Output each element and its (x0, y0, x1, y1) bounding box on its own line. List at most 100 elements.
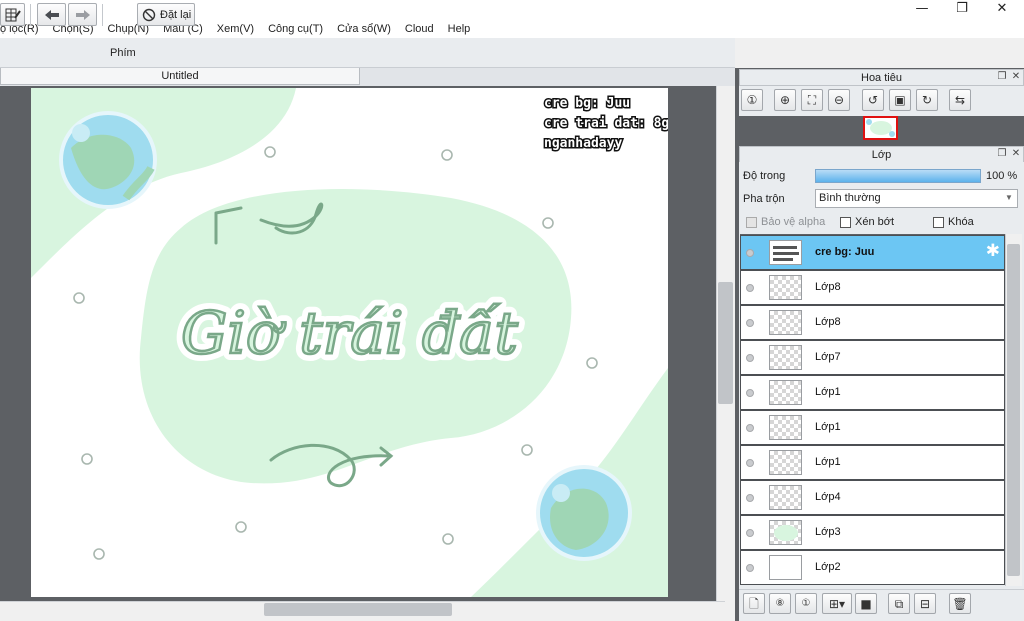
minimize-button[interactable]: — (902, 0, 942, 20)
layer-name: Lớp1 (815, 421, 841, 433)
new-page-icon: 🗋 (749, 596, 759, 611)
new-1bit-layer-button[interactable]: ① (795, 593, 817, 614)
zoom-out-icon: ⊖ (833, 93, 845, 107)
zoom-in-icon: ⊕ (779, 93, 791, 107)
layer-name: Lớp4 (815, 491, 841, 503)
clip-checkbox[interactable] (840, 217, 851, 228)
layer-list-scroll-thumb[interactable] (1007, 244, 1020, 576)
earth-globe-top (59, 111, 157, 209)
grid-edit-icon (5, 8, 21, 21)
layer-row[interactable]: Lớp1 (740, 445, 1005, 480)
zoom-one-icon: ① (746, 93, 758, 107)
trash-icon: 🗑 (952, 596, 968, 611)
layer-thumbnail (769, 485, 802, 510)
layer-name: Lớp1 (815, 386, 841, 398)
canvas-vertical-scroll-thumb[interactable] (718, 282, 733, 404)
panel-close-icon[interactable]: ✕ (1011, 72, 1021, 82)
navigator-header: Hoa tiêu (739, 69, 1024, 86)
page-1-icon: ① (801, 597, 811, 609)
visibility-eye-icon[interactable] (746, 249, 754, 257)
menu-cloud[interactable]: Cloud (398, 20, 441, 38)
blend-mode-select[interactable]: Bình thường (815, 189, 1018, 208)
panel-float-icon[interactable]: ❐ (997, 149, 1007, 159)
menu-help[interactable]: Help (441, 20, 478, 38)
canvas-menu-button[interactable] (0, 3, 25, 26)
visibility-eye-icon[interactable] (746, 284, 754, 292)
layer-thumbnail (769, 520, 802, 545)
visibility-eye-icon[interactable] (746, 529, 754, 537)
panel-float-icon[interactable]: ❐ (997, 72, 1007, 82)
merge-icon: ⊟ (919, 596, 931, 611)
layer-row[interactable]: Lớp7 (740, 340, 1005, 375)
visibility-eye-icon[interactable] (746, 319, 754, 327)
toolbar-divider (102, 4, 103, 26)
protect-alpha-label: Bảo vệ alpha (761, 216, 826, 228)
layer-thumbnail (769, 555, 802, 580)
layer-name: Lớp3 (815, 526, 841, 538)
add-page-icon: ⊞▾ (828, 596, 846, 611)
duplicate-layer-button[interactable]: ⧉ (888, 593, 910, 614)
flip-button[interactable]: ⇆ (949, 89, 971, 111)
zoom-actual-button[interactable]: ① (741, 89, 763, 111)
new-8bit-layer-button[interactable]: ⑧ (769, 593, 791, 614)
visibility-eye-icon[interactable] (746, 459, 754, 467)
new-layer-button[interactable]: 🗋 (743, 593, 765, 614)
panel-close-icon[interactable]: ✕ (1011, 149, 1021, 159)
close-button[interactable]: ✕ (982, 0, 1022, 20)
opacity-value: 100 % (986, 170, 1018, 182)
layer-thumbnail (769, 415, 802, 440)
layer-thumbnail (769, 240, 802, 265)
layer-thumbnail (769, 275, 802, 300)
duplicate-icon: ⧉ (894, 596, 904, 611)
layer-name: Lớp1 (815, 456, 841, 468)
redo-button[interactable] (68, 3, 97, 26)
new-folder-button[interactable]: ■ (855, 593, 877, 614)
reset-button[interactable]: Đặt lại (137, 3, 195, 26)
layer-row[interactable]: Lớp2 (740, 550, 1005, 585)
layer-thumbnail (769, 450, 802, 475)
layer-row[interactable]: Lớp8 (740, 305, 1005, 340)
navigator-viewport-thumb[interactable] (863, 116, 898, 140)
merge-layer-button[interactable]: ⊟ (914, 593, 936, 614)
menu-view[interactable]: Xem(V) (210, 20, 261, 38)
layer-row[interactable]: cre bg: Juu ✱ (740, 235, 1005, 270)
opacity-slider[interactable] (815, 169, 981, 183)
navigator-title: Hoa tiêu (861, 72, 902, 84)
layer-panel-title: Lớp (871, 149, 892, 161)
layer-settings-gear-icon[interactable]: ✱ (986, 243, 1000, 260)
earth-globe-bottom (536, 465, 632, 561)
rotate-right-button[interactable]: ↻ (916, 89, 938, 111)
rotate-left-icon: ↺ (867, 93, 879, 107)
layer-row[interactable]: Lớp1 (740, 410, 1005, 445)
delete-layer-button[interactable]: 🗑 (949, 593, 971, 614)
layer-row[interactable]: Lớp8 (740, 270, 1005, 305)
visibility-eye-icon[interactable] (746, 424, 754, 432)
menu-window[interactable]: Cửa sổ(W) (330, 20, 398, 38)
zoom-out-button[interactable]: ⊖ (828, 89, 850, 111)
undo-button[interactable] (37, 3, 66, 26)
visibility-eye-icon[interactable] (746, 389, 754, 397)
rotate-left-button[interactable]: ↺ (862, 89, 884, 111)
layer-row[interactable]: Lớp4 (740, 480, 1005, 515)
clip-label: Xén bớt (855, 216, 895, 228)
layer-name: Lớp8 (815, 316, 841, 328)
add-layer-menu-button[interactable]: ⊞▾ (822, 593, 852, 614)
visibility-eye-icon[interactable] (746, 494, 754, 502)
lock-label: Khóa (948, 216, 974, 228)
lock-checkbox[interactable] (933, 217, 944, 228)
layer-row[interactable]: Lớp1 (740, 375, 1005, 410)
phim-label: Phím (110, 47, 136, 59)
maximize-button[interactable]: ❐ (942, 0, 982, 20)
artboard[interactable]: Giờ trái đất Giờ trái đất cre bg: Juu cr… (31, 88, 668, 597)
zoom-in-button[interactable]: ⊕ (774, 89, 796, 111)
layer-name: Lớp2 (815, 561, 841, 573)
fit-window-button[interactable]: ⛶ (801, 89, 823, 111)
canvas-horizontal-scroll-thumb[interactable] (264, 603, 452, 616)
document-tab[interactable]: Untitled (0, 68, 360, 85)
visibility-eye-icon[interactable] (746, 564, 754, 572)
visibility-eye-icon[interactable] (746, 354, 754, 362)
protect-alpha-checkbox[interactable] (746, 217, 757, 228)
layer-row[interactable]: Lớp3 (740, 515, 1005, 550)
menu-tools[interactable]: Công cụ(T) (261, 20, 330, 38)
reset-view-button[interactable]: ▣ (889, 89, 911, 111)
